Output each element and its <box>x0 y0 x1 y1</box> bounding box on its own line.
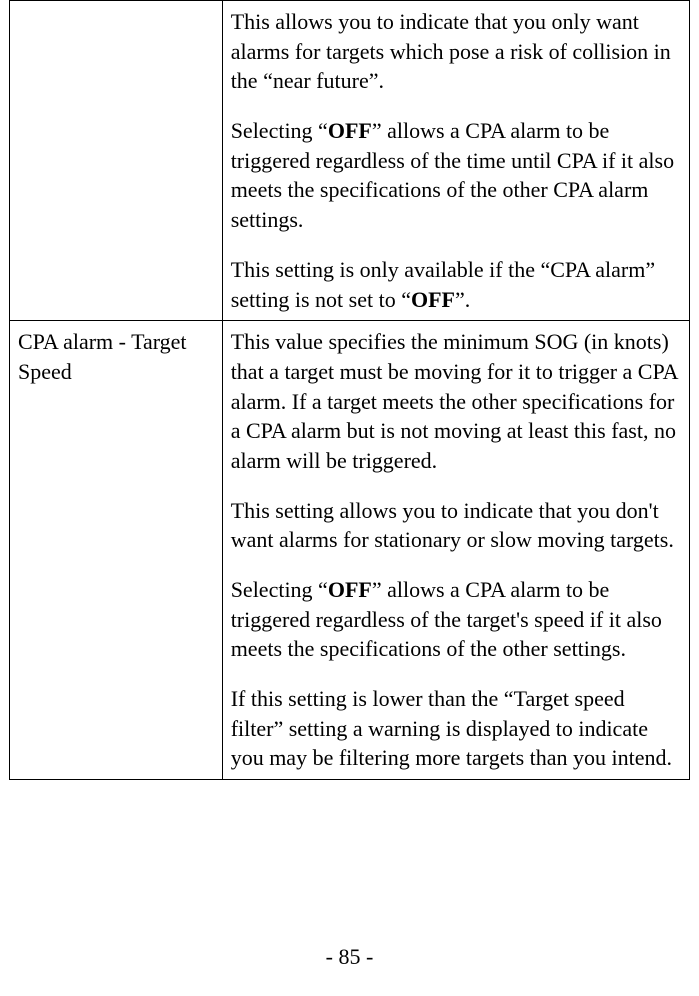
bold-text: OFF <box>411 287 455 312</box>
paragraph: This value specifies the minimum SOG (in… <box>231 327 681 475</box>
text: Selecting “ <box>231 118 328 143</box>
paragraph: This allows you to indicate that you onl… <box>231 7 681 96</box>
text: This setting allows you to indicate that… <box>231 498 674 553</box>
table-body: This allows you to indicate that you onl… <box>10 1 690 780</box>
text: This value specifies the minimum SOG (in… <box>231 329 678 473</box>
paragraph: This setting allows you to indicate that… <box>231 496 681 555</box>
paragraph: Selecting “OFF” allows a CPA alarm to be… <box>231 116 681 235</box>
bold-text: OFF <box>328 118 372 143</box>
page-container: This allows you to indicate that you onl… <box>0 0 699 996</box>
text: ”. <box>455 287 470 312</box>
setting-description-cell: This value specifies the minimum SOG (in… <box>222 321 689 780</box>
text: Selecting “ <box>231 577 328 602</box>
setting-description-cell: This allows you to indicate that you onl… <box>222 1 689 321</box>
settings-table: This allows you to indicate that you onl… <box>9 0 690 780</box>
paragraph: If this setting is lower than the “Targe… <box>231 684 681 773</box>
table-row: This allows you to indicate that you onl… <box>10 1 690 321</box>
paragraph: This setting is only available if the “C… <box>231 255 681 314</box>
bold-text: OFF <box>328 577 372 602</box>
table-row: CPA alarm - Target Speed This value spec… <box>10 321 690 780</box>
setting-name-cell: CPA alarm - Target Speed <box>10 321 223 780</box>
setting-name-text: CPA alarm - Target Speed <box>18 329 187 384</box>
page-number: - 85 - <box>0 942 699 972</box>
setting-name-cell <box>10 1 223 321</box>
text: This allows you to indicate that you onl… <box>231 9 671 93</box>
paragraph: Selecting “OFF” allows a CPA alarm to be… <box>231 575 681 664</box>
text: If this setting is lower than the “Targe… <box>231 686 672 770</box>
